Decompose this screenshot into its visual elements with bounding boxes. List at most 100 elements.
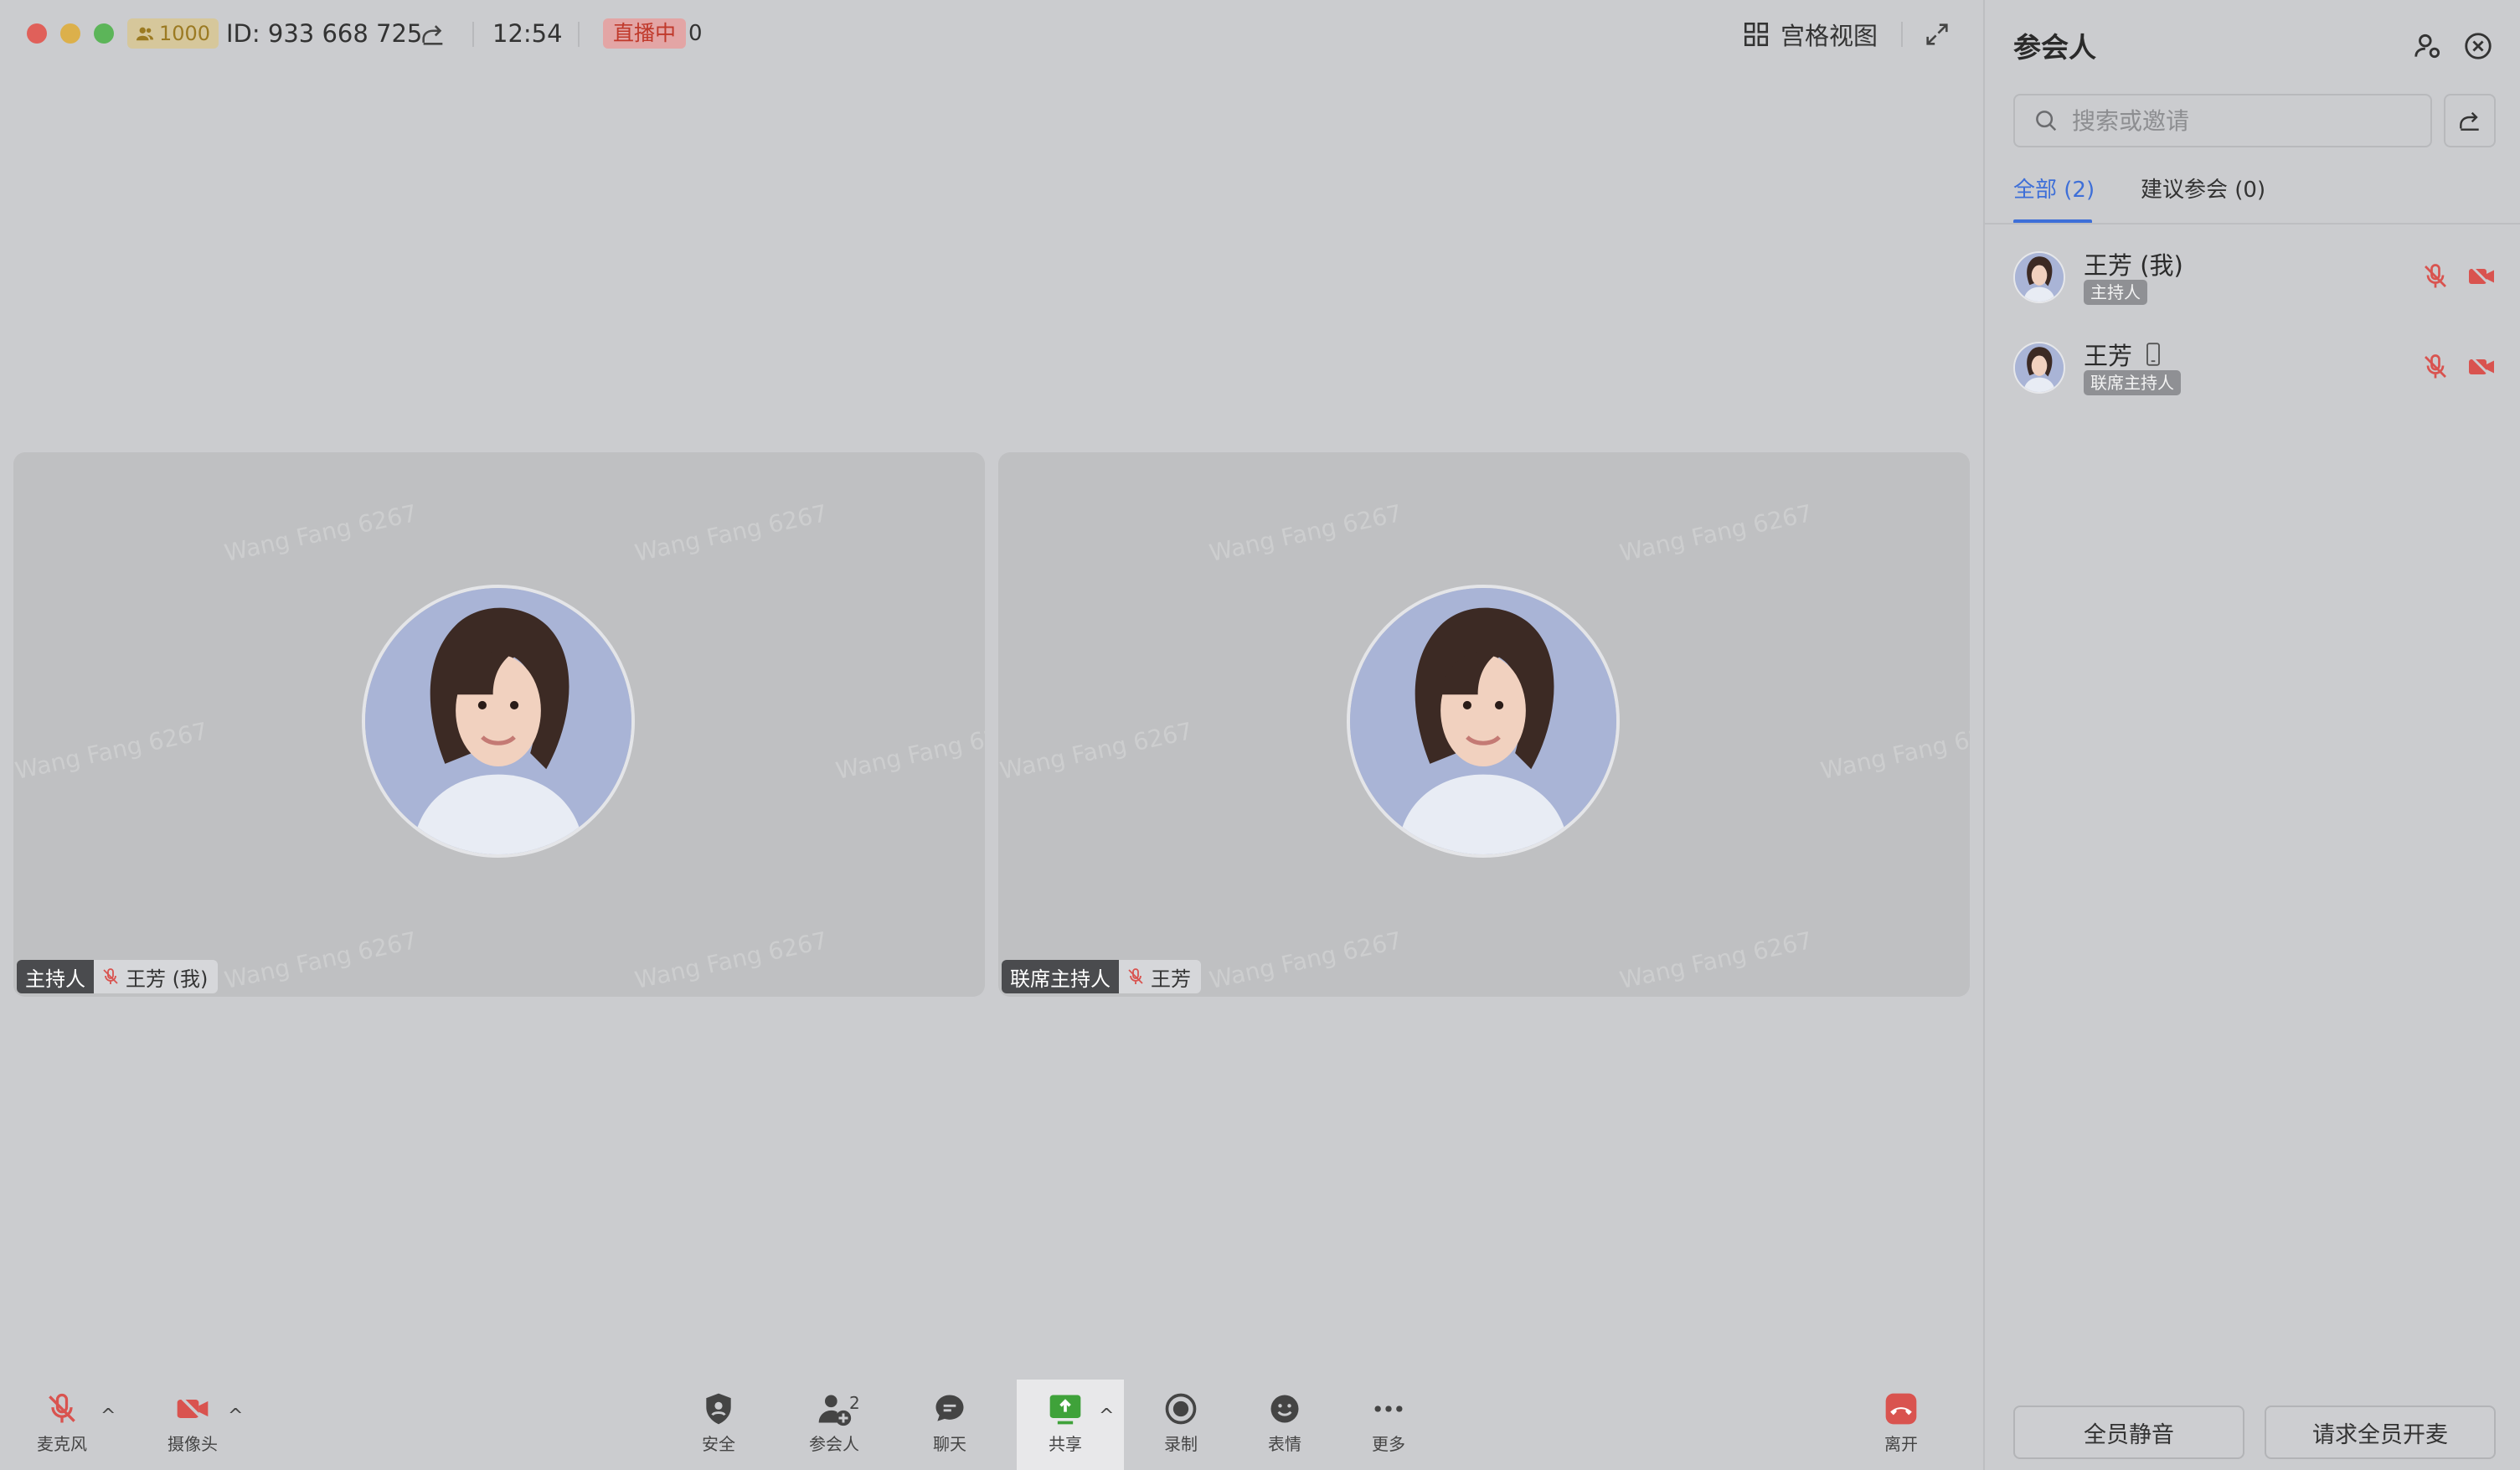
divider — [472, 22, 474, 47]
participants-label: 参会人 — [809, 1434, 859, 1454]
participant-name-group: 王芳 — [2084, 337, 2162, 372]
watermark: Wang Fang 6267 — [1818, 717, 1970, 785]
mic-muted-icon — [103, 968, 118, 984]
participant-name-group: 王芳 (我) — [94, 960, 219, 993]
mute-all-button[interactable]: 全员静音 — [2013, 1406, 2244, 1459]
chat-label: 聊天 — [933, 1434, 966, 1454]
search-input[interactable] — [2070, 106, 2409, 136]
record-icon — [1165, 1393, 1197, 1425]
camera-off-icon[interactable] — [2466, 352, 2497, 382]
mic-button[interactable]: 麦克风 — [37, 1390, 87, 1455]
camera-off-icon[interactable] — [2466, 261, 2497, 291]
mic-muted-icon — [1128, 968, 1143, 984]
record-label: 录制 — [1164, 1434, 1198, 1454]
zoom-window-button[interactable] — [94, 23, 114, 44]
avatar — [2013, 251, 2065, 303]
share-icon — [2460, 111, 2479, 131]
panel-title: 参会人 — [2013, 31, 2096, 64]
video-tile[interactable]: Wang Fang 6267 Wang Fang 6267 Wang Fang … — [998, 452, 1970, 997]
more-label: 更多 — [1372, 1434, 1405, 1454]
share-icon[interactable] — [419, 20, 447, 49]
capacity-value: 1000 — [159, 22, 211, 45]
watermark: Wang Fang 6267 — [632, 926, 830, 994]
share-screen-icon — [1049, 1395, 1081, 1425]
participant-name: 王芳 (我) — [126, 967, 209, 991]
divider — [1985, 223, 2520, 224]
mic-options-chevron-icon[interactable]: ^ — [100, 1406, 116, 1426]
participant-name-group: 王芳 — [1119, 960, 1201, 993]
request-unmute-all-button[interactable]: 请求全员开麦 — [2265, 1406, 2496, 1459]
role-tag: 联席主持人 — [1002, 960, 1119, 993]
leave-label: 离开 — [1884, 1434, 1918, 1454]
participant-label: 联席主持人 王芳 — [1002, 960, 1201, 993]
mic-muted-icon — [49, 1393, 75, 1423]
participant-name-group: 王芳 (我) — [2084, 246, 2183, 281]
add-person-icon — [818, 1395, 852, 1426]
meeting-timer: 12:54 — [492, 19, 563, 48]
share-list-button[interactable] — [2444, 94, 2496, 147]
participant-name: 王芳 — [1151, 967, 1191, 991]
security-button[interactable]: 安全 — [700, 1390, 737, 1455]
tab-all[interactable]: 全部 (2) — [2013, 173, 2095, 208]
watermark: Wang Fang 6267 — [1617, 499, 1815, 567]
chat-icon — [935, 1395, 964, 1421]
participant-row[interactable]: 王芳 (我) 主持人 — [1985, 238, 2520, 318]
person-settings-icon[interactable] — [2412, 30, 2444, 62]
watermark: Wang Fang 6267 — [998, 717, 1195, 785]
chat-button[interactable]: 聊天 — [931, 1390, 968, 1455]
grid-view-button[interactable]: 宫格视图 — [1742, 17, 1878, 52]
participant-name: 王芳 — [2084, 342, 2133, 370]
close-icon[interactable] — [2462, 30, 2494, 62]
share-options-chevron-icon[interactable]: ^ — [1099, 1406, 1114, 1426]
camera-button[interactable]: 摄像头 — [167, 1390, 218, 1455]
watermark: Wang Fang 6267 — [632, 499, 830, 567]
mic-muted-icon[interactable] — [2420, 261, 2450, 291]
divider — [578, 22, 580, 47]
tab-suggested[interactable]: 建议参会 (0) — [2141, 173, 2265, 208]
mic-label: 麦克风 — [37, 1434, 87, 1454]
smiley-icon — [1270, 1395, 1299, 1423]
record-button[interactable]: 录制 — [1162, 1390, 1199, 1455]
search-icon — [2036, 111, 2057, 132]
meeting-toolbar: 麦克风 ^ 摄像头 ^ 安全 参会人 2 聊天 共享 ^ 录制 表情 更多 离开 — [0, 1378, 1983, 1470]
participant-label: 主持人 王芳 (我) — [17, 960, 219, 993]
role-tag: 联席主持人 — [2084, 370, 2181, 395]
search-field[interactable] — [2013, 94, 2432, 147]
people-icon — [136, 27, 154, 41]
mobile-phone-icon — [2146, 343, 2160, 366]
camera-off-icon — [177, 1394, 209, 1424]
fullscreen-icon[interactable] — [1923, 20, 1951, 49]
watermark: Wang Fang 6267 — [1207, 499, 1404, 567]
hang-up-icon — [1885, 1393, 1917, 1425]
participants-panel: 参会人 全部 (2) 建议参会 (0) — [1983, 0, 2520, 1470]
minimize-window-button[interactable] — [60, 23, 80, 44]
camera-label: 摄像头 — [167, 1434, 218, 1454]
participant-row[interactable]: 王芳 联席主持人 — [1985, 328, 2520, 409]
participants-count: 2 — [849, 1393, 860, 1413]
share-label: 共享 — [1049, 1434, 1082, 1454]
more-button[interactable]: 更多 — [1370, 1390, 1407, 1455]
mic-muted-icon[interactable] — [2420, 352, 2450, 382]
watermark: Wang Fang 6267 — [13, 717, 210, 785]
avatar — [1347, 585, 1620, 858]
role-tag: 主持人 — [17, 960, 94, 993]
avatar — [362, 585, 635, 858]
shield-icon — [706, 1393, 731, 1425]
title-bar: 1000 ID: 933 668 725 12:54 直播中 0 宫格视图 — [0, 0, 1983, 70]
reactions-button[interactable]: 表情 — [1266, 1390, 1303, 1455]
video-tile[interactable]: Wang Fang 6267 Wang Fang 6267 Wang Fang … — [13, 452, 985, 997]
participant-name: 王芳 (我) — [2084, 251, 2183, 280]
role-tag: 主持人 — [2084, 280, 2147, 305]
share-button[interactable]: 共享 — [1047, 1390, 1084, 1455]
leave-button[interactable]: 离开 — [1883, 1390, 1920, 1455]
more-icon — [1374, 1406, 1403, 1412]
live-status-badge[interactable]: 直播中 — [603, 18, 687, 49]
grid-icon — [1744, 22, 1769, 47]
camera-options-chevron-icon[interactable]: ^ — [228, 1406, 243, 1426]
capacity-badge[interactable]: 1000 — [127, 18, 219, 49]
close-window-button[interactable] — [27, 23, 47, 44]
meeting-main-area: 1000 ID: 933 668 725 12:54 直播中 0 宫格视图 Wa… — [0, 0, 1983, 1470]
watermark: Wang Fang 6267 — [222, 926, 420, 994]
avatar — [2013, 342, 2065, 394]
meeting-id[interactable]: ID: 933 668 725 — [226, 17, 422, 50]
